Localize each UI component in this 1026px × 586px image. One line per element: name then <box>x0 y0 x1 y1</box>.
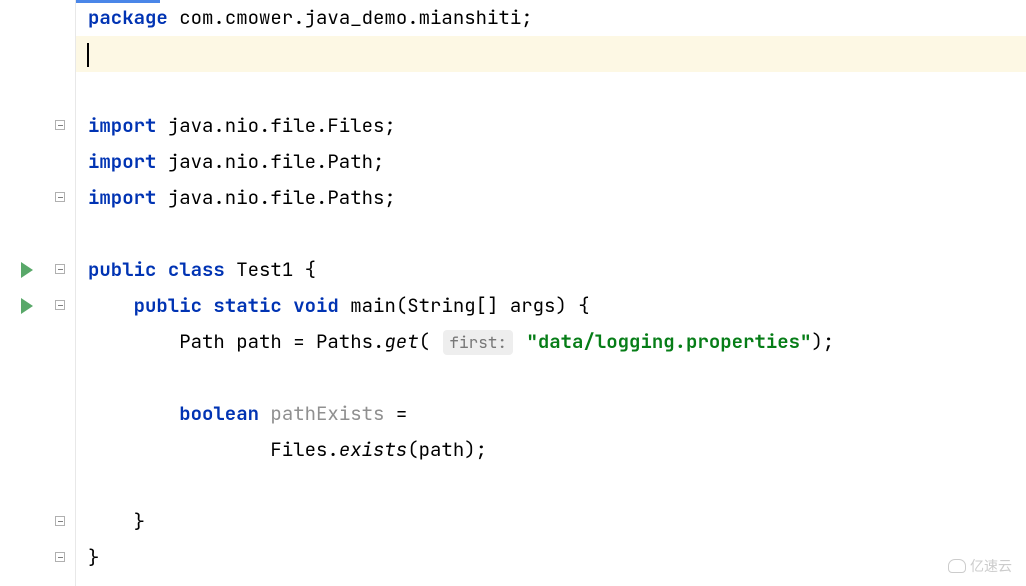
text-caret <box>87 43 89 67</box>
exists-args: (path); <box>407 437 487 462</box>
open-brace: { <box>305 257 316 282</box>
code-line[interactable]: import java.nio.file.Files; <box>88 108 1026 144</box>
keyword-boolean: boolean <box>179 401 259 426</box>
code-line[interactable] <box>88 72 1026 108</box>
keyword-static: static <box>213 293 281 318</box>
code-line[interactable]: } <box>88 540 1026 576</box>
fold-icon[interactable] <box>55 264 65 274</box>
watermark-text: 亿速云 <box>970 556 1012 576</box>
cloud-icon <box>948 559 966 573</box>
keyword-package: package <box>88 5 168 30</box>
fold-icon[interactable] <box>55 300 65 310</box>
method-exists: exists <box>339 437 407 462</box>
class-name: Test1 <box>225 257 305 282</box>
code-line[interactable]: public class Test1 { <box>88 252 1026 288</box>
equals: = <box>384 401 407 426</box>
import-path: java.nio.file.Path; <box>156 149 384 174</box>
code-line[interactable]: public static void main(String[] args) { <box>88 288 1026 324</box>
method-get: get <box>384 329 418 354</box>
code-line[interactable] <box>88 468 1026 504</box>
files-call: Files. <box>88 437 339 462</box>
main-signature: main(String[] args) <box>339 293 578 318</box>
keyword-class: class <box>168 257 225 282</box>
code-line[interactable]: Files.exists(path); <box>88 432 1026 468</box>
call-close: ); <box>811 329 834 354</box>
fold-icon[interactable] <box>55 192 65 202</box>
code-line[interactable]: } <box>88 504 1026 540</box>
keyword-import: import <box>88 113 156 138</box>
code-line[interactable] <box>88 216 1026 252</box>
unused-var: pathExists <box>259 401 384 426</box>
import-path: java.nio.file.Paths; <box>156 185 395 210</box>
run-class-icon[interactable] <box>21 262 33 278</box>
code-line[interactable]: import java.nio.file.Path; <box>88 144 1026 180</box>
code-area[interactable]: package com.cmower.java_demo.mianshiti; … <box>76 0 1026 586</box>
open-brace: { <box>578 293 589 318</box>
close-brace: } <box>88 545 99 570</box>
run-method-icon[interactable] <box>21 298 33 314</box>
keyword-public: public <box>88 257 156 282</box>
editor-gutter[interactable] <box>0 0 76 586</box>
keyword-import: import <box>88 149 156 174</box>
keyword-void: void <box>293 293 339 318</box>
param-hint: first: <box>443 330 513 355</box>
fold-icon[interactable] <box>55 552 65 562</box>
string-literal: "data/logging.properties" <box>526 329 811 354</box>
fold-icon[interactable] <box>55 516 65 526</box>
package-name: com.cmower.java_demo.mianshiti; <box>168 5 533 30</box>
code-editor[interactable]: package com.cmower.java_demo.mianshiti; … <box>0 0 1026 586</box>
import-path: java.nio.file.Files; <box>156 113 395 138</box>
watermark: 亿速云 <box>948 556 1012 576</box>
code-line[interactable]: Path path = Paths.get( first: "data/logg… <box>88 324 1026 360</box>
keyword-public: public <box>134 293 202 318</box>
code-line[interactable]: package com.cmower.java_demo.mianshiti; <box>88 0 1026 36</box>
code-line-current[interactable] <box>76 36 1026 72</box>
path-decl: Path path = Paths. <box>88 329 384 354</box>
code-line[interactable] <box>88 360 1026 396</box>
close-brace: } <box>134 509 145 534</box>
keyword-import: import <box>88 185 156 210</box>
fold-icon[interactable] <box>55 120 65 130</box>
code-line[interactable]: boolean pathExists = <box>88 396 1026 432</box>
code-line[interactable]: import java.nio.file.Paths; <box>88 180 1026 216</box>
